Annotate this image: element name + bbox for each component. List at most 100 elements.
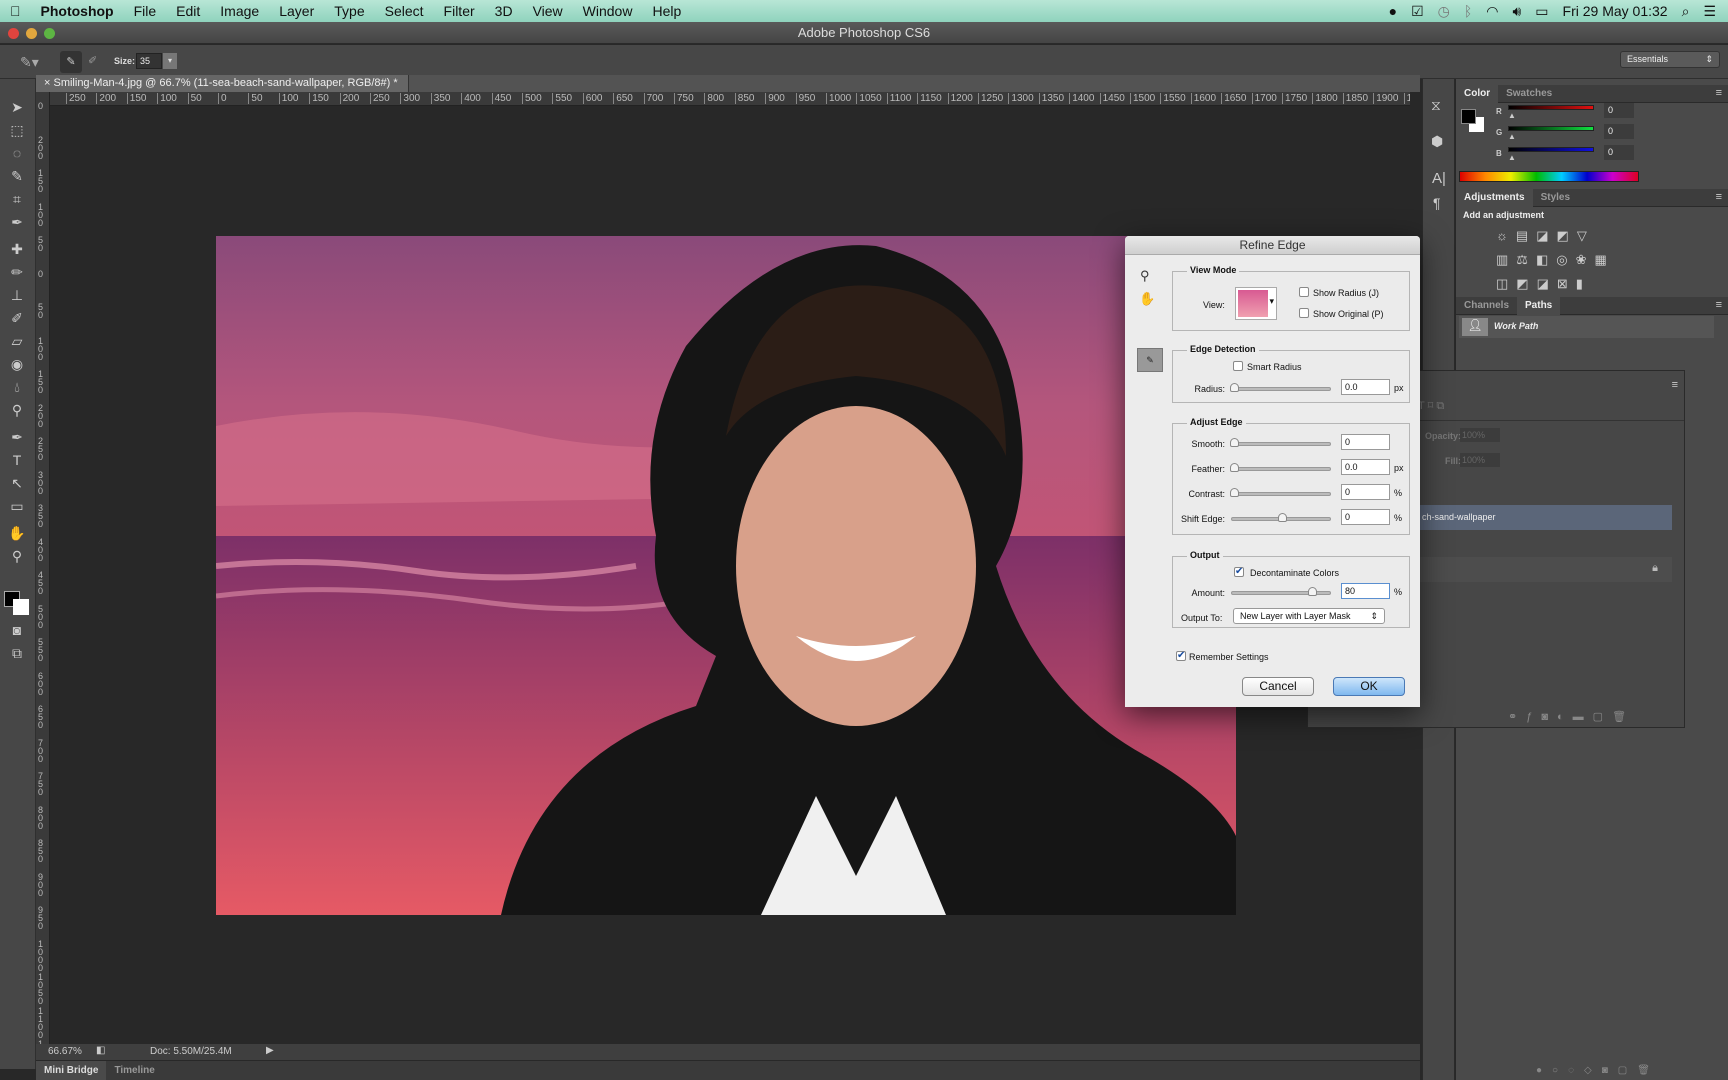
selective-color-icon[interactable]: ⊠ xyxy=(1557,276,1576,291)
eraser-tool-icon[interactable]: ▱ xyxy=(6,331,28,351)
screen-mode-icon[interactable]: ⧉ xyxy=(6,643,28,663)
smooth-input[interactable]: 0 xyxy=(1341,434,1390,450)
panel-menu-icon[interactable]: ≡ xyxy=(1716,191,1722,203)
line-icon[interactable]: ● xyxy=(1389,3,1397,19)
slider-thumb[interactable]: ▲ xyxy=(1508,153,1516,162)
path-row[interactable]: 👤︎ Work Path xyxy=(1459,316,1714,338)
type-tool-icon[interactable]: T xyxy=(6,450,28,470)
refine-radius-tool-icon[interactable]: ✎ xyxy=(1137,348,1163,372)
slider-thumb[interactable] xyxy=(1308,587,1317,596)
bluetooth-icon[interactable]: ᛒ xyxy=(1464,3,1472,19)
erase-refinements-tool-icon[interactable]: ✐ xyxy=(88,54,97,67)
apple-icon[interactable]:  xyxy=(0,3,31,19)
pen-tool-icon[interactable]: ✒ xyxy=(6,427,28,447)
fx-icon[interactable]: ƒ xyxy=(1526,711,1541,723)
threshold-icon[interactable]: ◪ xyxy=(1537,276,1557,291)
output-to-select[interactable]: New Layer with Layer Mask ⇕ xyxy=(1233,608,1385,624)
tab-styles[interactable]: Styles xyxy=(1533,189,1578,207)
smart-radius-checkbox[interactable] xyxy=(1233,361,1243,371)
new-path-icon[interactable]: ▢ xyxy=(1618,1065,1637,1076)
load-selection-icon[interactable]: ◌ xyxy=(1568,1065,1584,1076)
history-brush-tool-icon[interactable]: ✐ xyxy=(6,308,28,328)
menu-3d[interactable]: 3D xyxy=(485,3,523,19)
menu-view[interactable]: View xyxy=(523,3,573,19)
blur-tool-icon[interactable]: 💧︎ xyxy=(6,377,28,397)
slider-thumb[interactable] xyxy=(1230,438,1239,447)
slider-thumb[interactable] xyxy=(1230,463,1239,472)
channel-mixer-icon[interactable]: ❀ xyxy=(1576,252,1595,267)
zoom-tool-icon[interactable]: ⚲ xyxy=(6,546,28,566)
move-tool-icon[interactable]: ➤ xyxy=(6,97,28,117)
menu-select[interactable]: Select xyxy=(375,3,434,19)
shift-edge-slider[interactable] xyxy=(1231,513,1331,522)
rectangle-tool-icon[interactable]: ▭ xyxy=(6,496,28,516)
crop-tool-icon[interactable]: ⌗ xyxy=(6,189,28,209)
new-layer-icon[interactable]: ▢ xyxy=(1593,711,1612,723)
wifi-icon[interactable]: ◠ xyxy=(1486,3,1498,20)
background-color-swatch[interactable] xyxy=(13,599,29,615)
zoom-tool-icon[interactable]: ⚲ xyxy=(1140,268,1150,284)
healing-brush-tool-icon[interactable]: ✚ xyxy=(6,239,28,259)
vibrance-icon[interactable]: ▽ xyxy=(1577,228,1595,243)
shape-filter-icon[interactable]: ⌑ xyxy=(1428,400,1434,412)
quick-selection-tool-icon[interactable]: ✎ xyxy=(6,166,28,186)
document-canvas[interactable] xyxy=(216,236,1236,915)
curves-icon[interactable]: ◪ xyxy=(1536,228,1556,243)
close-window-button[interactable] xyxy=(8,28,19,39)
tab-paths[interactable]: Paths xyxy=(1517,297,1561,315)
menu-app[interactable]: Photoshop xyxy=(31,3,124,19)
color-spectrum-ramp[interactable] xyxy=(1459,171,1639,182)
menu-image[interactable]: Image xyxy=(210,3,269,19)
menu-edit[interactable]: Edit xyxy=(166,3,210,19)
channel-slider[interactable] xyxy=(1508,147,1594,152)
brush-tool-icon[interactable]: ✏ xyxy=(6,262,28,282)
channel-value-input[interactable]: 0 xyxy=(1604,145,1634,160)
spotlight-icon[interactable]: ⌕ xyxy=(1682,3,1690,20)
add-mask-icon[interactable]: ◙ xyxy=(1541,711,1557,723)
tab-timeline[interactable]: Timeline xyxy=(106,1061,162,1080)
document-tab[interactable]: × Smiling-Man-4.jpg @ 66.7% (11-sea-beac… xyxy=(36,75,409,92)
clock[interactable]: Fri 29 May 01:32 xyxy=(1563,3,1668,19)
menu-window[interactable]: Window xyxy=(573,3,643,19)
stroke-path-icon[interactable]: ○ xyxy=(1552,1065,1568,1076)
feather-input[interactable]: 0.0 xyxy=(1341,459,1390,475)
smooth-slider[interactable] xyxy=(1230,438,1331,447)
slider-thumb[interactable] xyxy=(1278,513,1287,522)
radius-input[interactable]: 0.0 xyxy=(1341,379,1390,395)
tab-adjustments[interactable]: Adjustments xyxy=(1456,189,1533,207)
invert-icon[interactable]: ◫ xyxy=(1496,276,1516,291)
menu-filter[interactable]: Filter xyxy=(434,3,485,19)
feather-slider[interactable] xyxy=(1230,463,1331,472)
channel-slider[interactable] xyxy=(1508,105,1594,110)
gradient-map-icon[interactable]: ▮ xyxy=(1576,276,1591,291)
color-foreground-swatch[interactable] xyxy=(1461,109,1476,124)
lasso-tool-icon[interactable]: ◌ xyxy=(6,143,28,163)
panel-menu-icon[interactable]: ≡ xyxy=(1716,299,1722,311)
amount-input[interactable]: 80 xyxy=(1341,583,1390,599)
show-radius-checkbox[interactable] xyxy=(1299,287,1309,297)
notification-icon[interactable]: ☰ xyxy=(1703,3,1716,20)
levels-icon[interactable]: ▤ xyxy=(1516,228,1536,243)
group-icon[interactable]: ▬ xyxy=(1573,711,1593,723)
quick-mask-icon[interactable]: ◙ xyxy=(6,620,28,640)
fill-input[interactable]: 100% xyxy=(1460,453,1500,467)
slider-thumb[interactable]: ▲ xyxy=(1508,132,1516,141)
remember-settings-checkbox[interactable]: ✔ xyxy=(1176,651,1186,661)
radius-slider[interactable] xyxy=(1230,383,1331,392)
amount-slider[interactable] xyxy=(1231,587,1331,596)
size-input[interactable]: 35 xyxy=(136,53,162,69)
marquee-tool-icon[interactable]: ⬚ xyxy=(6,120,28,140)
cancel-button[interactable]: Cancel xyxy=(1242,677,1314,696)
color-lookup-icon[interactable]: ▦ xyxy=(1595,252,1615,267)
workspace-select[interactable]: Essentials ⇕ xyxy=(1620,51,1720,68)
hue-saturation-icon[interactable]: ▥ xyxy=(1496,252,1516,267)
contrast-slider[interactable] xyxy=(1230,488,1331,497)
slider-thumb[interactable] xyxy=(1230,488,1239,497)
color-balance-icon[interactable]: ⚖ xyxy=(1516,252,1536,267)
delete-layer-icon[interactable]: 🗑︎ xyxy=(1612,711,1635,723)
dodge-tool-icon[interactable]: ⚲ xyxy=(6,400,28,420)
properties-panel-icon[interactable]: ⬢ xyxy=(1431,133,1443,150)
checkbox-icon[interactable]: ☑ xyxy=(1411,3,1424,20)
zoom-window-button[interactable] xyxy=(44,28,55,39)
hand-tool-icon[interactable]: ✋ xyxy=(1139,291,1155,307)
